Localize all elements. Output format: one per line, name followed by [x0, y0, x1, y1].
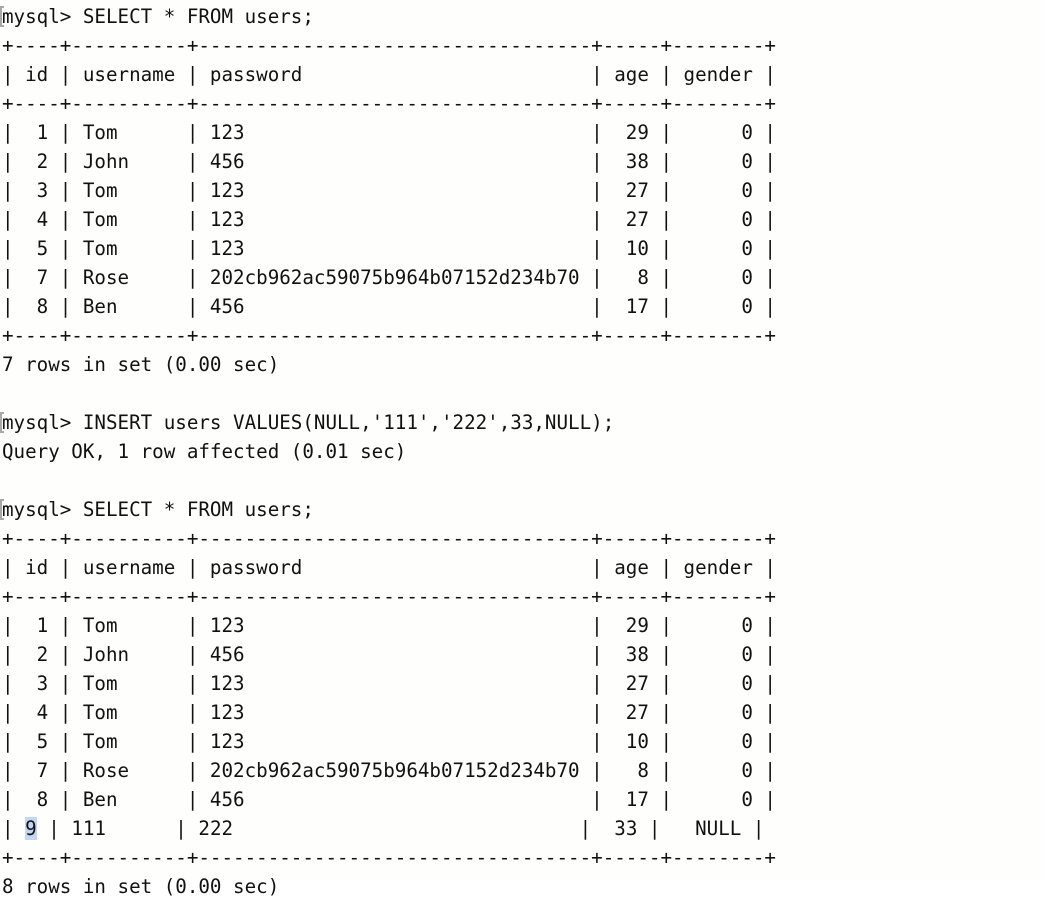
result-status-2: 8 rows in set (0.00 sec) — [2, 875, 280, 898]
table-row: | 5 | Tom | 123 | 10 | 0 | — [2, 237, 776, 260]
table-row: | 4 | Tom | 123 | 27 | 0 | — [2, 208, 776, 231]
cursor-bracket-icon — [0, 6, 4, 27]
table-row: | 2 | John | 456 | 38 | 0 | — [2, 643, 776, 666]
table-row: | 4 | Tom | 123 | 27 | 0 | — [2, 701, 776, 724]
command-line-select-1[interactable]: mysql> SELECT * FROM users; — [0, 2, 1044, 31]
table-row: | 7 | Rose | 202cb962ac59075b964b07152d2… — [2, 759, 776, 782]
table-row: | 1 | Tom | 123 | 29 | 0 | — [2, 121, 776, 144]
table-rule-mid-1: +----+----------+-----------------------… — [2, 92, 776, 115]
result-status-1: 7 rows in set (0.00 sec) — [2, 353, 280, 376]
cursor-bracket-icon — [0, 412, 4, 433]
command-text: mysql> SELECT * FROM users; — [2, 5, 314, 28]
command-line-select-2[interactable]: mysql> SELECT * FROM users; — [0, 495, 1044, 524]
terminal-window[interactable]: mysql> SELECT * FROM users; +----+------… — [0, 0, 1044, 898]
insert-result-status: Query OK, 1 row affected (0.01 sec) — [2, 440, 407, 463]
command-text: mysql> INSERT users VALUES(NULL,'111','2… — [2, 411, 615, 434]
table-row: | 7 | Rose | 202cb962ac59075b964b07152d2… — [2, 266, 776, 289]
table-rule-bottom-1: +----+----------+-----------------------… — [2, 324, 776, 347]
table-row: | 1 | Tom | 123 | 29 | 0 | — [2, 614, 776, 637]
table-rule-bottom-2: +----+----------+-----------------------… — [2, 846, 776, 869]
table-row: | 5 | Tom | 123 | 10 | 0 | — [2, 730, 776, 753]
command-line-insert[interactable]: mysql> INSERT users VALUES(NULL,'111','2… — [0, 408, 1044, 437]
cursor-bracket-icon — [0, 499, 4, 520]
table-row: | 8 | Ben | 456 | 17 | 0 | — [2, 788, 776, 811]
command-text: mysql> SELECT * FROM users; — [2, 498, 314, 521]
selected-id-cell[interactable]: 9 — [25, 817, 37, 840]
table-row: | 2 | John | 456 | 38 | 0 | — [2, 150, 776, 173]
row9-suffix: | 111 | 222 | 33 | NULL | — [36, 817, 765, 840]
table-rule-top-1: +----+----------+-----------------------… — [2, 34, 776, 57]
table-row: | 3 | Tom | 123 | 27 | 0 | — [2, 672, 776, 695]
table-row: | 8 | Ben | 456 | 17 | 0 | — [2, 295, 776, 318]
table-row-highlighted[interactable]: | 9 | 111 | 222 | 33 | NULL | — [0, 814, 1044, 843]
table-rule-top-2: +----+----------+-----------------------… — [2, 527, 776, 550]
table-row: | 3 | Tom | 123 | 27 | 0 | — [2, 179, 776, 202]
table-header-2: | id | username | password | age | gende… — [2, 556, 776, 579]
row9-prefix: | — [2, 817, 26, 840]
table-header-1: | id | username | password | age | gende… — [2, 63, 776, 86]
table-rule-mid-2: +----+----------+-----------------------… — [2, 585, 776, 608]
